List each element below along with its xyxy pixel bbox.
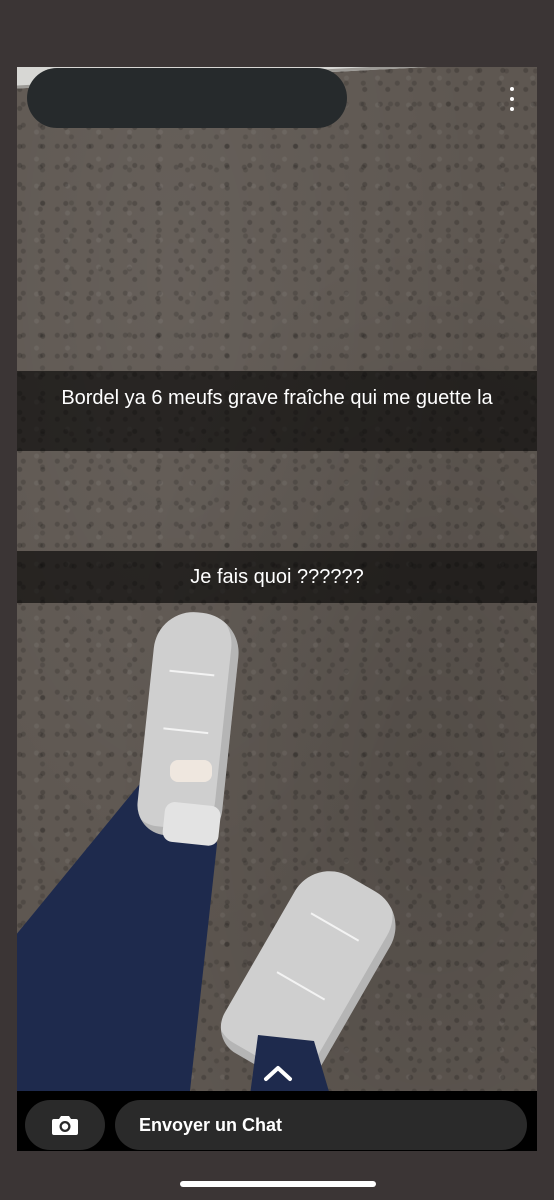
camera-button[interactable]	[25, 1100, 105, 1150]
vertical-dots-icon[interactable]	[505, 85, 519, 113]
sneaker-laces	[276, 912, 360, 1001]
chevron-up-icon[interactable]	[262, 1063, 294, 1083]
dot	[510, 107, 514, 111]
caption-text: Je fais quoi ??????	[190, 566, 364, 588]
home-indicator[interactable]	[180, 1181, 376, 1187]
snap-caption-2: Je fais quoi ??????	[17, 551, 537, 603]
caption-text: Bordel ya 6 meufs grave fraîche qui me g…	[61, 387, 493, 409]
sneaker-laces	[163, 669, 215, 735]
dot	[510, 87, 514, 91]
dot	[510, 97, 514, 101]
chat-input[interactable]: Envoyer un Chat	[115, 1100, 527, 1150]
snap-caption-1: Bordel ya 6 meufs grave fraîche qui me g…	[17, 371, 537, 451]
sock	[170, 760, 212, 782]
chat-placeholder: Envoyer un Chat	[139, 1115, 283, 1135]
screen: Bordel ya 6 meufs grave fraîche qui me g…	[0, 0, 554, 1200]
redacted-username	[27, 68, 347, 128]
camera-icon	[52, 1116, 78, 1135]
